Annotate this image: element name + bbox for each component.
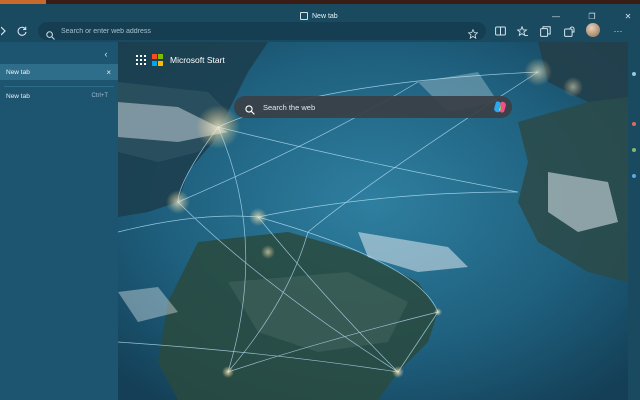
extensions-icon[interactable] — [561, 23, 577, 39]
favorite-star-icon[interactable] — [467, 26, 479, 40]
vertical-tabs-sidebar: ‹ New tab × New tab Ctrl+T — [0, 42, 118, 400]
web-search-box[interactable] — [234, 96, 512, 118]
split-screen-icon[interactable] — [492, 23, 508, 39]
sidebar-tab-label: New tab — [6, 68, 30, 76]
collapse-sidebar-icon[interactable]: ‹ — [100, 48, 112, 60]
search-icon — [245, 102, 255, 115]
sidebar-toggle-icon[interactable] — [0, 23, 8, 39]
app-launcher-icon[interactable] — [136, 55, 146, 65]
collections-icon[interactable] — [537, 23, 553, 39]
sidebar-tab-new-tab[interactable]: New tab × — [0, 64, 118, 80]
address-bar[interactable] — [38, 22, 486, 40]
sidebar-divider — [4, 86, 114, 87]
search-icon — [46, 27, 55, 40]
rail-indicator — [632, 174, 636, 178]
more-icon[interactable]: ··· — [610, 23, 626, 39]
profile-avatar[interactable] — [586, 23, 600, 37]
close-tab-icon[interactable]: × — [106, 68, 111, 77]
microsoft-logo-icon — [152, 54, 164, 66]
copilot-icon[interactable] — [493, 100, 507, 114]
tab-title-label: New tab — [312, 12, 338, 20]
refresh-icon[interactable] — [14, 23, 30, 39]
browser-toolbar: ··· — [0, 20, 640, 42]
microsoft-start-header: Microsoft Start — [136, 54, 225, 66]
web-search-input[interactable] — [263, 102, 483, 112]
favorites-icon[interactable] — [514, 23, 530, 39]
address-input[interactable] — [61, 27, 461, 35]
rail-indicator — [632, 148, 636, 152]
new-tab-button[interactable]: New tab Ctrl+T — [0, 88, 118, 104]
logo-square-yellow — [158, 60, 163, 66]
new-tab-page: Microsoft Start — [118, 42, 628, 400]
new-tab-shortcut: Ctrl+T — [91, 93, 109, 99]
page-icon — [300, 12, 308, 20]
new-tab-label: New tab — [6, 92, 30, 100]
logo-square-red — [152, 54, 157, 59]
microsoft-start-title[interactable]: Microsoft Start — [170, 55, 225, 65]
title-bar: New tab — ❐ ✕ — [0, 4, 640, 21]
rail-indicator — [632, 122, 636, 126]
right-edge-panel — [628, 42, 640, 400]
logo-square-green — [158, 54, 163, 59]
rail-indicator — [632, 72, 636, 76]
logo-square-blue — [152, 60, 157, 66]
